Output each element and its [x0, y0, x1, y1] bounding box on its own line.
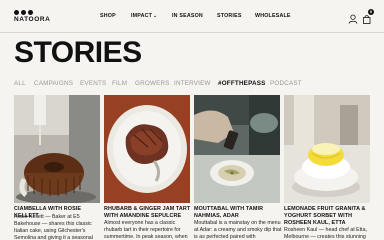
filter-offthepass[interactable]: #OFFTHEPASS: [218, 80, 266, 87]
cart-count-badge: 0: [368, 9, 374, 15]
nav-item-impact[interactable]: IMPACT⌄: [131, 13, 157, 19]
nav-item-in-season[interactable]: IN SEASON: [172, 13, 203, 19]
story-image-mouttabal[interactable]: [194, 95, 280, 203]
filter-campaigns[interactable]: CAMPAIGNS: [34, 80, 73, 87]
story-card[interactable]: LEMONADE FRUIT GRANITA & YOGHURT SORBET …: [284, 95, 370, 240]
filter-all[interactable]: ALL: [14, 80, 26, 87]
story-card[interactable]: RHUBARB & GINGER JAM TART WITH AMANDINE …: [104, 95, 190, 240]
story-description: Almost everyone has a classic rhubarb ta…: [104, 220, 188, 240]
story-image-rhubarb-tart[interactable]: [104, 95, 190, 203]
filter-events[interactable]: EVENTS: [80, 80, 106, 87]
main-nav: SHOP IMPACT⌄ IN SEASON STORIES WHOLESALE: [0, 13, 384, 23]
category-filters: ALL CAMPAIGNS EVENTS FILM GROWERS INTERV…: [14, 80, 374, 90]
filter-growers[interactable]: GROWERS: [135, 80, 170, 87]
nav-item-stories[interactable]: STORIES: [217, 13, 242, 19]
story-image-ciambella[interactable]: [14, 95, 100, 203]
chevron-down-icon: ⌄: [153, 13, 158, 18]
nav-item-shop[interactable]: SHOP: [100, 13, 116, 19]
site-header: NATOORA SHOP IMPACT⌄ IN SEASON STORIES W…: [0, 0, 384, 32]
story-description: Mouttabal is a mainstay on the menu at A…: [194, 220, 282, 240]
story-title[interactable]: MOUTTABAL WITH TAMIR NAHMIAS, ADAR: [194, 206, 284, 220]
story-card[interactable]: CIAMBELLA WITH ROSIE KELLETT Rosie Kelle…: [14, 95, 100, 240]
header-divider: [0, 32, 384, 33]
story-image-lemonade-granita[interactable]: [284, 95, 370, 203]
story-description: Rosheen Kaul — head chef at Etta, Melbou…: [284, 227, 368, 240]
user-icon[interactable]: [348, 11, 358, 24]
nav-item-impact-label: IMPACT: [131, 13, 153, 19]
story-card[interactable]: MOUTTABAL WITH TAMIR NAHMIAS, ADAR Moutt…: [194, 95, 281, 240]
story-title[interactable]: LEMONADE FRUIT GRANITA & YOGHURT SORBET …: [284, 206, 374, 227]
cart-icon[interactable]: 0: [362, 9, 374, 24]
filter-podcast[interactable]: PODCAST: [270, 80, 302, 87]
story-title[interactable]: RHUBARB & GINGER JAM TART WITH AMANDINE …: [104, 206, 194, 220]
filter-interview[interactable]: INTERVIEW: [174, 80, 211, 87]
story-description: Rosie Kellett — Baker at E5 Bakehouse — …: [14, 214, 93, 240]
filter-film[interactable]: FILM: [112, 80, 127, 87]
nav-item-wholesale[interactable]: WHOLESALE: [255, 13, 291, 19]
page-title: STORIES: [14, 36, 142, 69]
